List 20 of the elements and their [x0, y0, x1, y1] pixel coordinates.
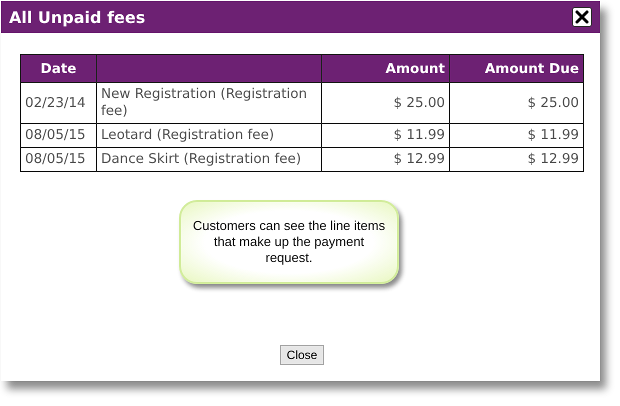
close-button[interactable]: [572, 7, 592, 27]
dialog-title: All Unpaid fees: [9, 8, 146, 26]
table-cell: $ 12.99: [450, 148, 584, 172]
table-cell: Dance Skirt (Registration fee): [96, 148, 322, 172]
table-cell: $ 11.99: [450, 124, 584, 148]
close-icon: [575, 10, 589, 24]
table-cell: $ 11.99: [322, 124, 450, 148]
column-header: Amount: [322, 54, 450, 82]
table-cell: 08/05/15: [20, 148, 96, 172]
table-cell: 08/05/15: [20, 124, 96, 148]
table-cell: Leotard (Registration fee): [96, 124, 322, 148]
table-cell: 02/23/14: [20, 82, 96, 124]
column-header: Date: [20, 54, 96, 82]
table-cell: $ 25.00: [450, 82, 584, 124]
callout-note: Customers can see the line items that make up the payment request.: [179, 200, 399, 284]
column-header: Amount Due: [450, 54, 584, 82]
table-cell: $ 12.99: [322, 148, 450, 172]
table-cell: $ 25.00: [322, 82, 450, 124]
table-cell: New Registration (Registration fee): [96, 82, 322, 124]
close-button[interactable]: Close: [280, 345, 324, 365]
